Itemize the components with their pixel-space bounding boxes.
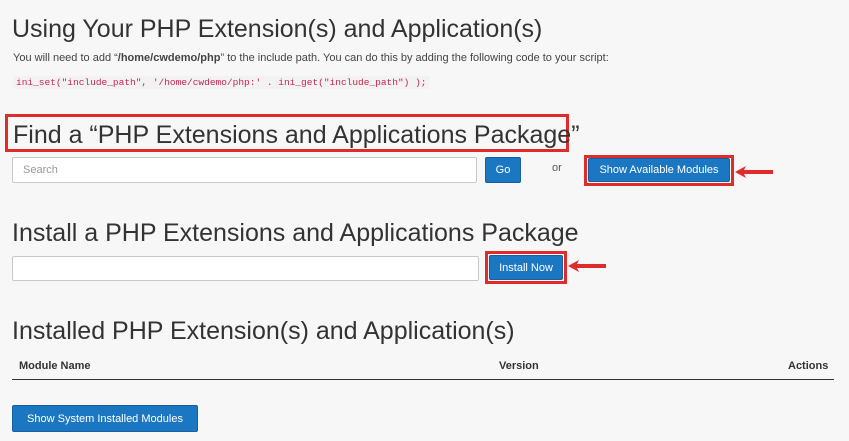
using-extensions-heading: Using Your PHP Extension(s) and Applicat…	[12, 15, 543, 43]
or-separator: or	[552, 162, 562, 174]
install-package-heading: Install a PHP Extensions and Application…	[12, 219, 579, 247]
red-arrow-icon	[568, 260, 606, 272]
red-arrow-icon	[735, 166, 773, 178]
show-available-modules-button[interactable]: Show Available Modules	[588, 158, 730, 182]
column-header-module-name[interactable]: Module Name	[19, 360, 91, 372]
table-header-divider	[12, 379, 834, 380]
include-path-value: /home/cwdemo/php	[117, 52, 221, 64]
go-button[interactable]: Go	[485, 157, 521, 183]
find-package-heading: Find a “PHP Extensions and Applications …	[13, 121, 580, 149]
install-package-input[interactable]	[12, 256, 479, 281]
module-search-input[interactable]	[12, 157, 477, 183]
include-path-instructions: You will need to add “/home/cwdemo/php” …	[13, 52, 609, 64]
show-system-installed-modules-button[interactable]: Show System Installed Modules	[12, 405, 198, 432]
intro-suffix: ” to the include path. You can do this b…	[220, 52, 609, 64]
column-header-actions: Actions	[788, 360, 829, 372]
installed-extensions-heading: Installed PHP Extension(s) and Applicati…	[12, 317, 515, 345]
intro-prefix: You will need to add “	[13, 52, 118, 64]
include-path-code-snippet: ini_set("include_path", '/home/cwdemo/ph…	[13, 76, 430, 89]
install-now-button[interactable]: Install Now	[489, 255, 563, 280]
column-header-version[interactable]: Version	[499, 360, 539, 372]
